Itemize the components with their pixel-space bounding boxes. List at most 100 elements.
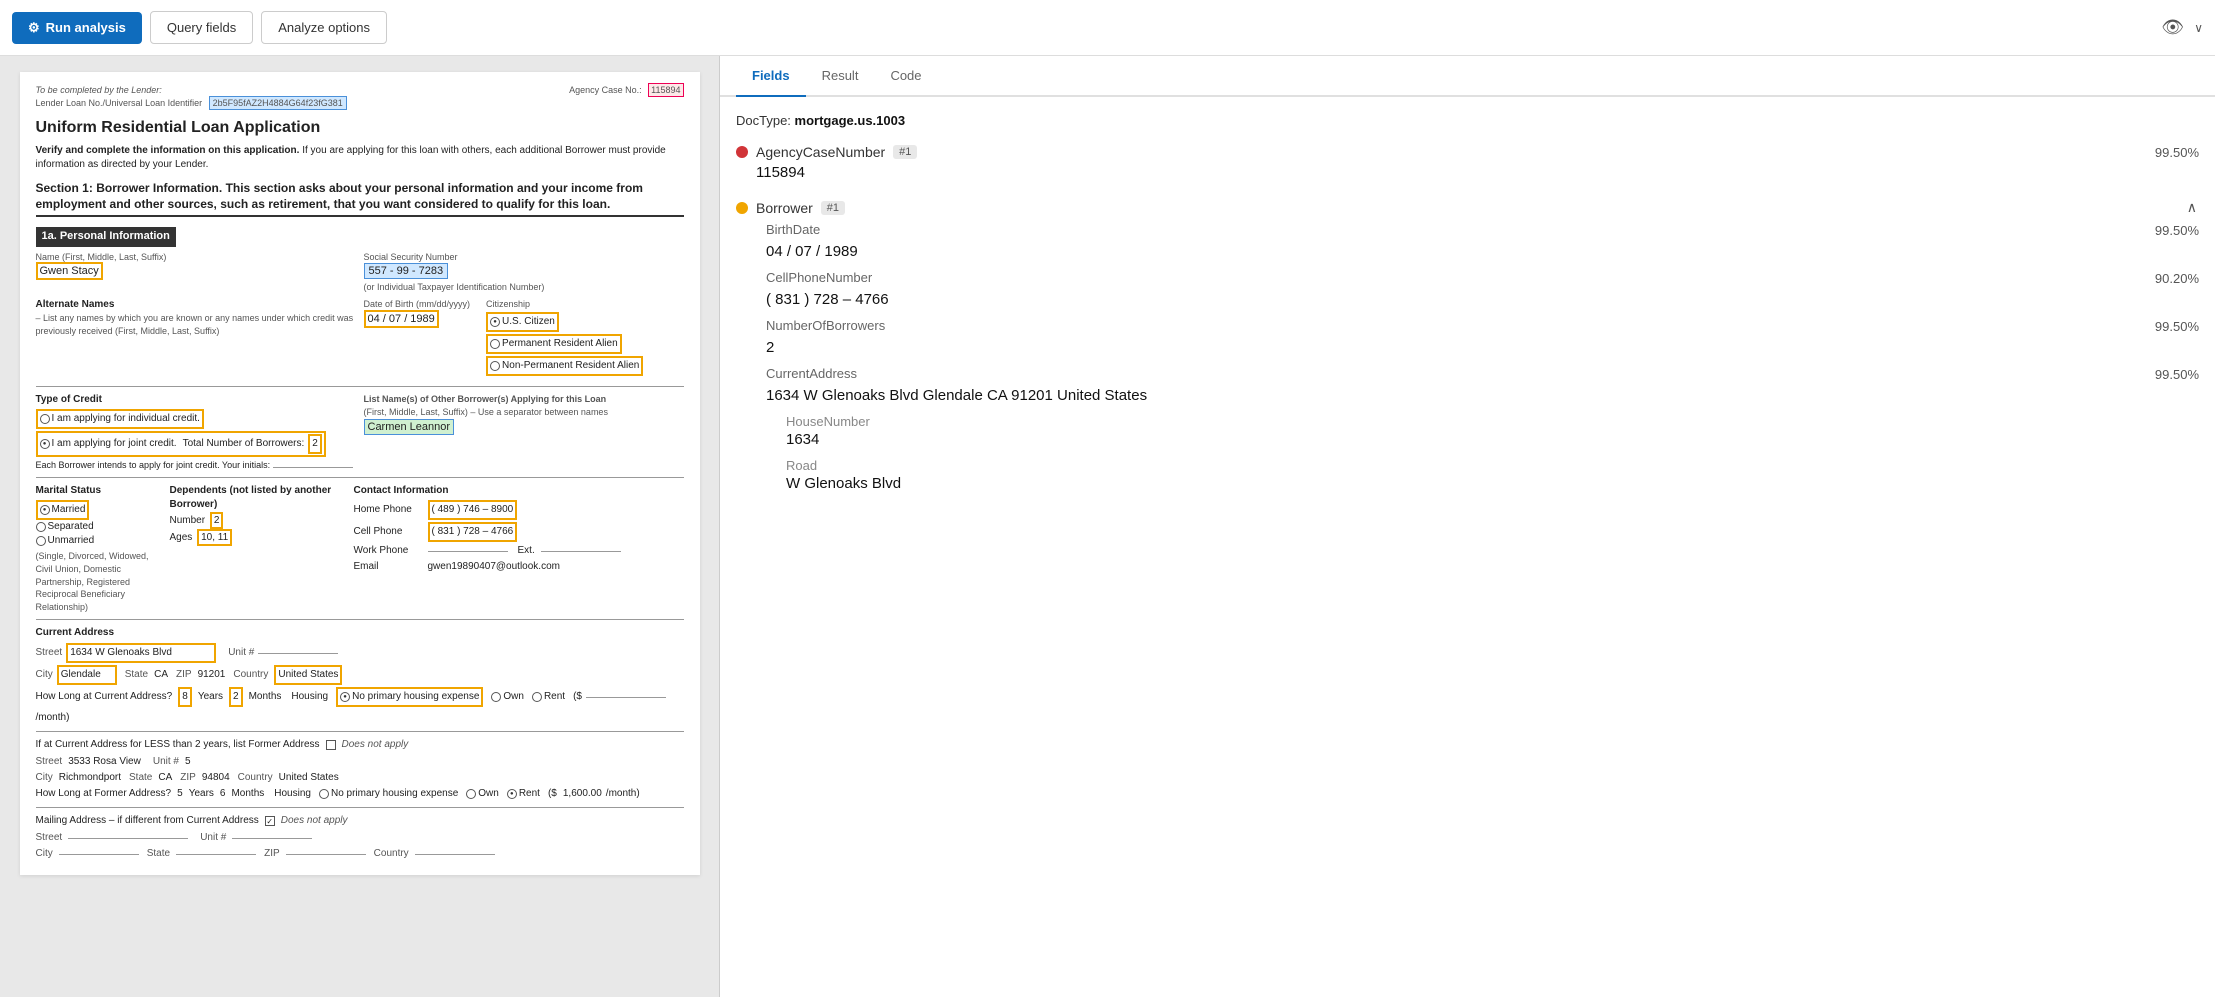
agency-case-value: 115894 (648, 83, 683, 97)
subsection-1a: 1a. Personal Information (36, 227, 176, 246)
alt-names-label: Alternate Names (36, 298, 356, 312)
borrower-dot (736, 202, 748, 214)
former-housing-radio-rent[interactable] (507, 789, 517, 799)
document-container: To be completed by the Lender: Lender Lo… (20, 72, 700, 875)
dob-col: Date of Birth (mm/dd/yyyy) 04 / 07 / 198… (364, 298, 471, 327)
doctype-row: DocType: mortgage.us.1003 (736, 113, 2199, 128)
agency-case-dot (736, 146, 748, 158)
credit-radio-joint[interactable] (40, 439, 50, 449)
field-group-agency-case: AgencyCaseNumber #1 99.50% 115894 (736, 144, 2199, 181)
tab-fields[interactable]: Fields (736, 56, 806, 97)
alt-names-desc: – List any names by which you are known … (36, 312, 356, 337)
marital-radio-separated[interactable] (36, 522, 46, 532)
current-address-confidence: 99.50% (2155, 367, 2199, 382)
contact-col: Contact Information Home Phone ( 489 ) 7… (354, 484, 684, 613)
query-fields-button[interactable]: Query fields (150, 11, 253, 44)
citizenship-radio-group: U.S. Citizen Permanent Resident Alien (486, 312, 643, 376)
query-fields-label: Query fields (167, 20, 236, 35)
chevron-down-icon[interactable]: ∨ (2194, 21, 2203, 35)
marital-radio-married[interactable] (40, 505, 50, 515)
sub-field-birthdate: BirthDate 99.50% 04 / 07 / 1989 (756, 222, 2199, 260)
marital-radio-unmarried[interactable] (36, 536, 46, 546)
former-housing-radio-own[interactable] (466, 789, 476, 799)
current-address-section: Current Address Street 1634 W Glenoaks B… (36, 626, 684, 725)
housing-radio-no-primary[interactable] (340, 692, 350, 702)
cell-phone-label: CellPhoneNumber (766, 270, 872, 285)
type-credit-label: Type of Credit (36, 393, 356, 407)
cell-phone-value: ( 831 ) 728 – 4766 (766, 291, 2199, 308)
sub-field-road: Road W Glenoaks Blvd (776, 458, 2199, 492)
dob-value: 04 / 07 / 1989 (364, 310, 439, 328)
doc-divider-3 (36, 619, 684, 620)
doctype-label: DocType: (736, 113, 791, 128)
marital-section: Marital Status Married Separated (36, 484, 684, 613)
house-number-label: HouseNumber (786, 414, 2199, 429)
list-borrowers-col: List Name(s) of Other Borrower(s) Applyi… (364, 393, 684, 436)
dependents-col: Dependents (not listed by another Borrow… (170, 484, 350, 613)
sub-field-cell-phone: CellPhoneNumber 90.20% ( 831 ) 728 – 476… (756, 270, 2199, 308)
sub-field-current-address: CurrentAddress 99.50% 1634 W Glenoaks Bl… (756, 366, 2199, 404)
current-address-value: 1634 W Glenoaks Blvd Glendale CA 91201 U… (766, 387, 2199, 404)
citizenship-radio-permanent[interactable] (490, 339, 500, 349)
analyze-options-button[interactable]: Analyze options (261, 11, 387, 44)
type-credit-col: Type of Credit I am applying for individ… (36, 393, 356, 472)
name-ssn-row: Name (First, Middle, Last, Suffix) Gwen … (36, 251, 684, 295)
joint-note: Each Borrower intends to apply for joint… (36, 459, 356, 472)
credit-radio-individual[interactable] (40, 414, 50, 424)
ssn-label: Social Security Number (364, 251, 684, 264)
ssn-value: 557 - 99 - 7283 (364, 263, 449, 279)
ssn-label2: (or Individual Taxpayer Identification N… (364, 281, 684, 294)
birthdate-label: BirthDate (766, 222, 820, 237)
agency-case-badge: #1 (893, 145, 917, 159)
cell-phone-confidence: 90.20% (2155, 271, 2199, 286)
mailing-address-checkbox[interactable]: ✓ (265, 816, 275, 826)
toolbar: ⚙ Run analysis Query fields Analyze opti… (0, 0, 2215, 56)
name-value: Gwen Stacy (36, 262, 103, 280)
doctype-value: mortgage.us.1003 (795, 113, 906, 128)
marital-col: Marital Status Married Separated (36, 484, 166, 613)
agency-case-confidence: 99.50% (2155, 145, 2199, 160)
borrower-expand-button[interactable]: ∧ (2185, 197, 2199, 218)
altnames-dob-row: Alternate Names – List any names by whic… (36, 298, 684, 380)
doc-header: To be completed by the Lender: Lender Lo… (36, 84, 684, 109)
tab-code[interactable]: Code (874, 56, 937, 97)
sub-field-num-borrowers: NumberOfBorrowers 99.50% 2 (756, 318, 2199, 356)
name-col: Name (First, Middle, Last, Suffix) Gwen … (36, 251, 356, 280)
road-label: Road (786, 458, 2199, 473)
num-borrowers-confidence: 99.50% (2155, 319, 2199, 334)
eye-icon[interactable]: 👁 (2161, 17, 2184, 38)
former-address-checkbox[interactable] (326, 740, 336, 750)
section1-header: Section 1: Borrower Information. This se… (36, 180, 684, 218)
housing-radio-own[interactable] (491, 692, 501, 702)
tab-result[interactable]: Result (806, 56, 875, 97)
num-borrowers-label: NumberOfBorrowers (766, 318, 885, 333)
run-analysis-button[interactable]: ⚙ Run analysis (12, 12, 142, 44)
doc-title: Uniform Residential Loan Application (36, 117, 684, 139)
doc-divider-5 (36, 807, 684, 808)
fields-content: DocType: mortgage.us.1003 AgencyCaseNumb… (720, 97, 2215, 997)
citizenship-col: Citizenship U.S. Citizen (486, 298, 643, 376)
road-value: W Glenoaks Blvd (786, 475, 2199, 492)
house-number-value: 1634 (786, 431, 2199, 448)
doc-verify: Verify and complete the information on t… (36, 144, 684, 172)
run-label: Run analysis (46, 20, 126, 35)
list-borrowers-value: Carmen Leannor (364, 419, 455, 435)
dob-citizenship-col: Date of Birth (mm/dd/yyyy) 04 / 07 / 198… (364, 298, 684, 380)
credit-borrowers-row: Type of Credit I am applying for individ… (36, 393, 684, 472)
agency-case-field-value: 115894 (756, 164, 2199, 181)
agency-case-header: Agency Case No.: 115894 (569, 84, 683, 109)
housing-radio-rent[interactable] (532, 692, 542, 702)
citizenship-radio-non-permanent[interactable] (490, 361, 500, 371)
former-housing-radio-no-primary[interactable] (319, 789, 329, 799)
mailing-address-section: Mailing Address – if different from Curr… (36, 814, 684, 861)
fields-tabs: Fields Result Code (720, 56, 2215, 97)
birthdate-value: 04 / 07 / 1989 (766, 243, 2199, 260)
document-panel: To be completed by the Lender: Lender Lo… (0, 56, 720, 997)
doc-divider-1 (36, 386, 684, 387)
former-address-section: If at Current Address for LESS than 2 ye… (36, 738, 684, 801)
citizenship-radio-us[interactable] (490, 317, 500, 327)
ssn-col: Social Security Number 557 - 99 - 7283 (… (364, 251, 684, 295)
num-borrowers-value: 2 (766, 339, 2199, 356)
sub-field-house-number: HouseNumber 1634 (776, 414, 2199, 448)
run-icon: ⚙ (28, 20, 40, 36)
